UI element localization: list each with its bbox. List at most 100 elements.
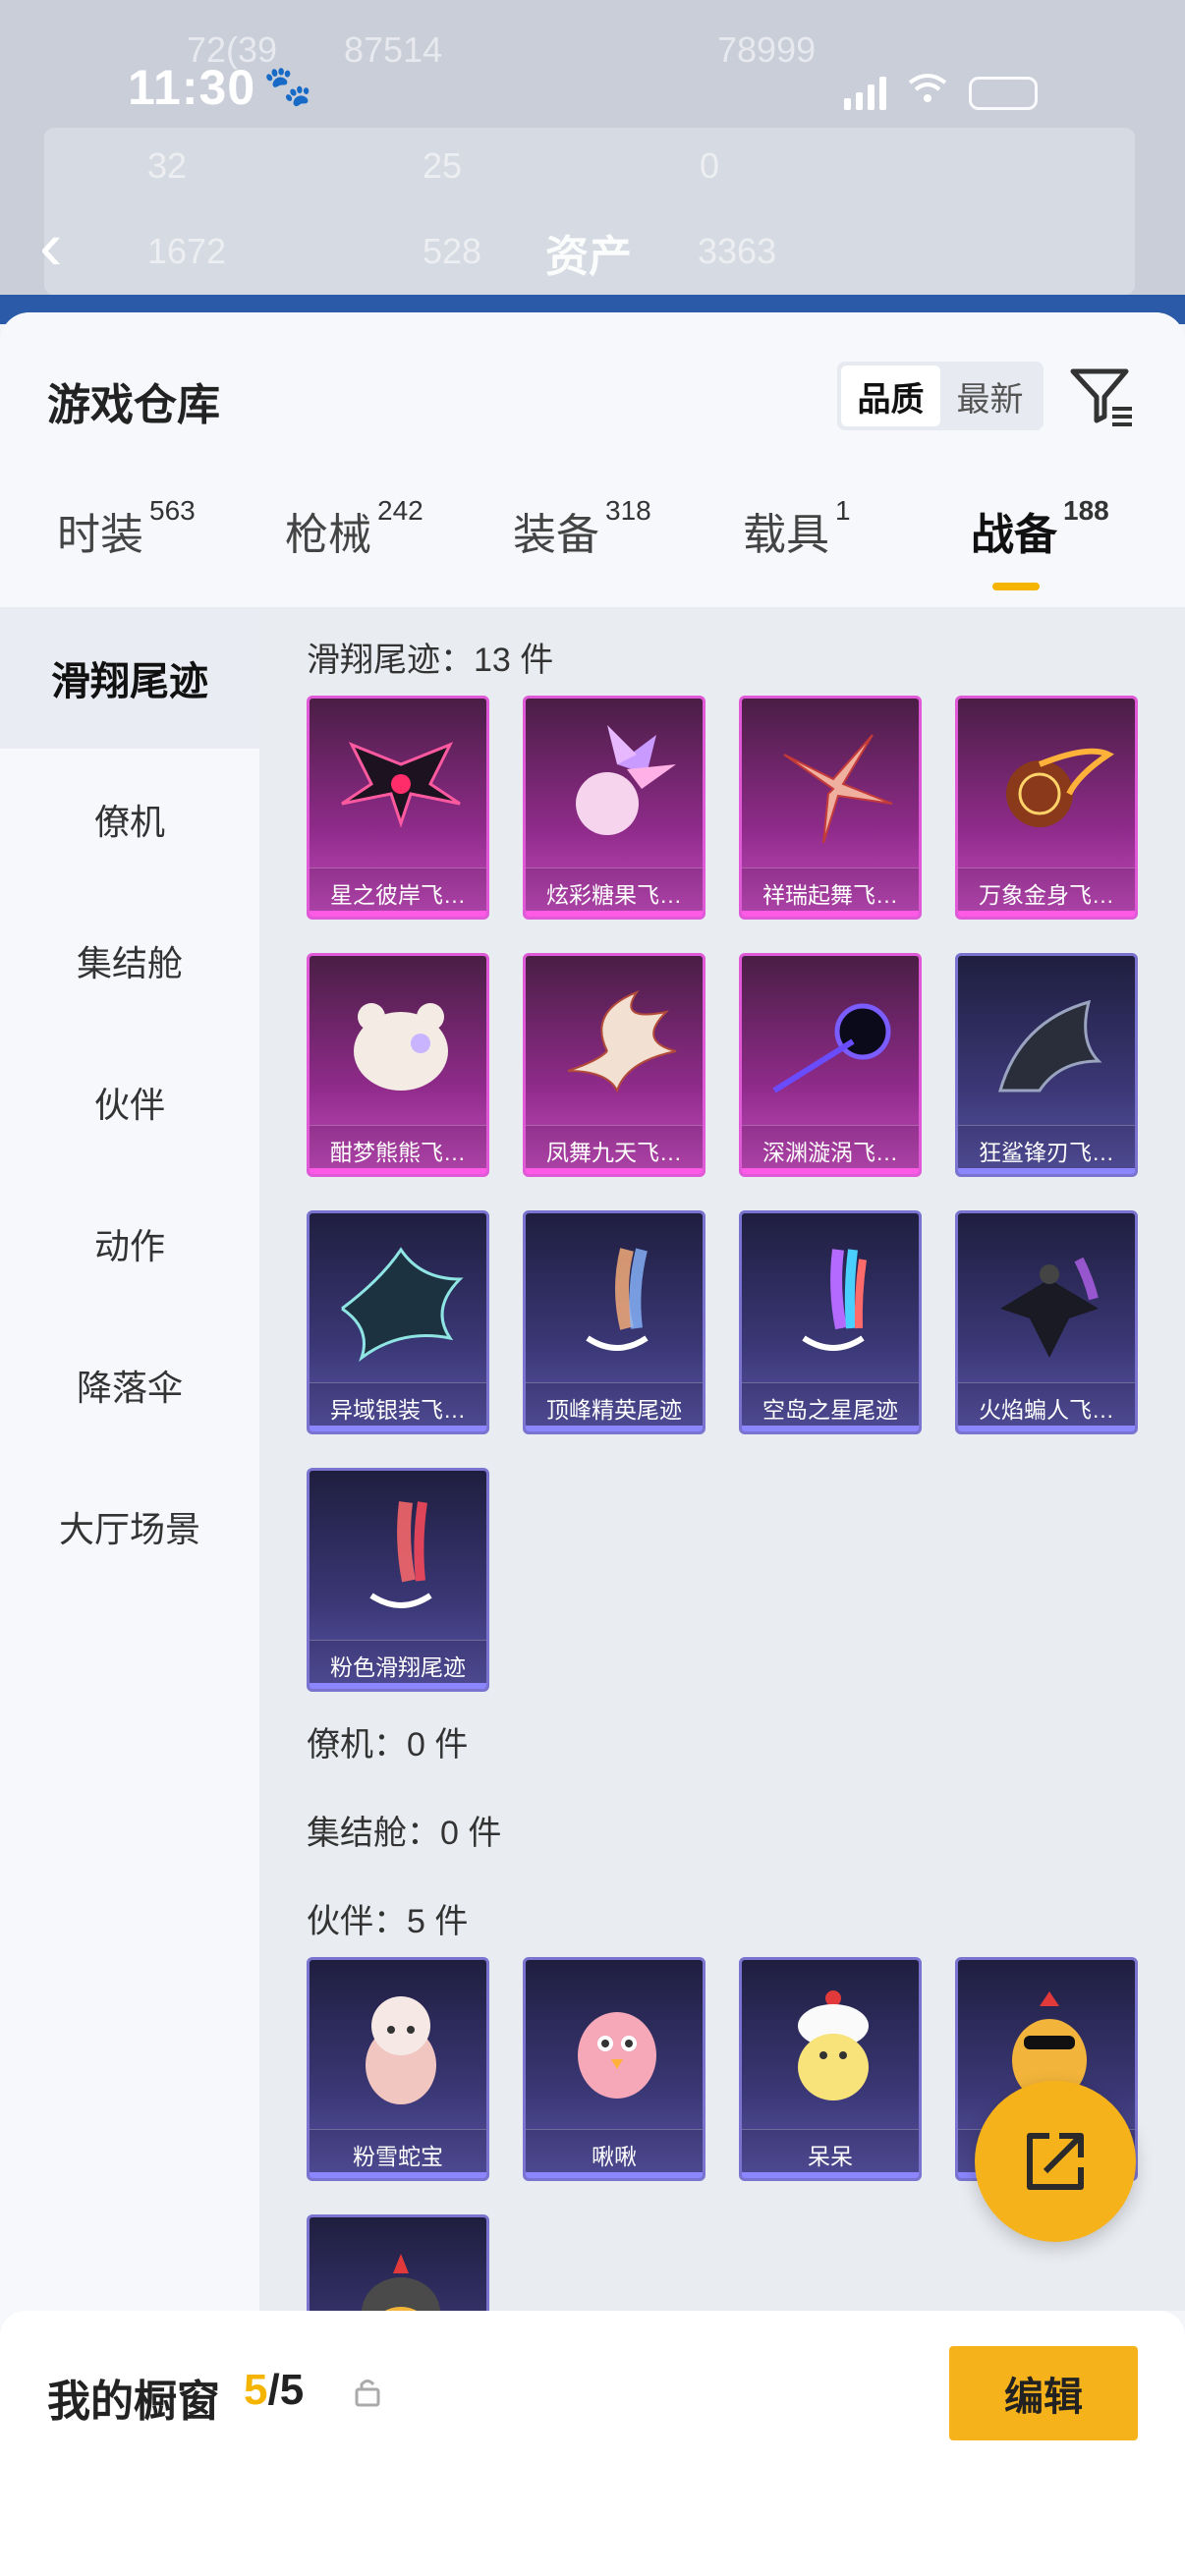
tab-label: 时装 bbox=[57, 511, 143, 559]
item-card[interactable]: 粉色滑翔尾迹 bbox=[307, 1468, 489, 1692]
page-title: 游戏仓库 bbox=[47, 381, 220, 429]
rarity-bar bbox=[742, 911, 919, 917]
item-name: 炫彩糖果飞… bbox=[526, 868, 703, 917]
sidebar-item-emote[interactable]: 动作 bbox=[0, 1173, 259, 1315]
golden-orb-art-icon bbox=[978, 720, 1121, 858]
sidebar-item-glide-trail[interactable]: 滑翔尾迹 bbox=[0, 607, 259, 749]
item-card[interactable]: 炫彩糖果飞… bbox=[523, 696, 705, 920]
item-name: 星之彼岸飞… bbox=[310, 868, 486, 917]
rarity-bar bbox=[958, 911, 1135, 917]
rarity-bar bbox=[310, 1683, 486, 1689]
active-tab-indicator bbox=[992, 583, 1040, 590]
share-button[interactable] bbox=[975, 2081, 1136, 2242]
rarity-bar bbox=[742, 2172, 919, 2178]
sidebar-item-assembly-pod[interactable]: 集结舱 bbox=[0, 890, 259, 1032]
item-card[interactable]: 顶峰精英尾迹 bbox=[523, 1210, 705, 1434]
showcase-count: 5/5 bbox=[244, 2366, 304, 2415]
tab-count: 188 bbox=[1063, 495, 1109, 526]
shark-blade-art-icon bbox=[978, 978, 1121, 1115]
item-card[interactable] bbox=[307, 2214, 489, 2311]
item-card[interactable]: 祥瑞起舞飞… bbox=[739, 696, 922, 920]
tab-count: 563 bbox=[149, 495, 196, 526]
candy-flower-art-icon bbox=[545, 720, 689, 858]
rarity-bar bbox=[742, 1426, 919, 1431]
bg-stat: 72(39 bbox=[187, 29, 278, 70]
item-name: 异域银装飞… bbox=[310, 1382, 486, 1431]
sidebar-item-companion[interactable]: 伙伴 bbox=[0, 1032, 259, 1173]
item-card[interactable]: 空岛之星尾迹 bbox=[739, 1210, 922, 1434]
rarity-bar bbox=[526, 1426, 703, 1431]
background-page: 11:30 🐾 72(39 87514 78999 32 25 0 1672 5… bbox=[0, 0, 1185, 324]
status-icons bbox=[844, 73, 1038, 113]
tab-vehicles[interactable]: 载具 1 bbox=[743, 495, 851, 562]
item-name: 火焰蝙人飞… bbox=[958, 1382, 1135, 1431]
sort-quality-button[interactable]: 品质 bbox=[841, 365, 940, 426]
item-card[interactable]: 深渊漩涡飞… bbox=[739, 953, 922, 1177]
item-card[interactable]: 呆呆 bbox=[739, 1957, 922, 2181]
item-name: 凤舞九天飞… bbox=[526, 1125, 703, 1174]
rainbow-trail-art-icon bbox=[762, 1235, 905, 1372]
wifi-icon bbox=[908, 73, 947, 113]
sidebar-item-wingman[interactable]: 僚机 bbox=[0, 749, 259, 890]
item-name: 祥瑞起舞飞… bbox=[742, 868, 919, 917]
showcase-current: 5 bbox=[244, 2366, 268, 2414]
sort-toggle: 品质 最新 bbox=[837, 362, 1044, 430]
item-name: 万象金身飞… bbox=[958, 868, 1135, 917]
tab-guns[interactable]: 枪械 242 bbox=[285, 495, 423, 562]
lock-icon bbox=[352, 2376, 383, 2407]
item-card[interactable]: 火焰蝙人飞… bbox=[955, 1210, 1138, 1434]
rarity-bar bbox=[310, 911, 486, 917]
showcase-bar: 我的橱窗 5/5 编辑 bbox=[0, 2311, 1185, 2576]
item-card[interactable]: 异域银装飞… bbox=[307, 1210, 489, 1434]
signal-icon bbox=[844, 76, 886, 110]
bat-suit-art-icon bbox=[978, 1235, 1121, 1372]
helmet-companion-art-icon bbox=[329, 2239, 473, 2311]
filter-icon[interactable] bbox=[1067, 360, 1138, 430]
bg-stat: 87514 bbox=[344, 29, 443, 70]
bg-stat: 528 bbox=[423, 231, 482, 271]
item-name: 粉雪蛇宝 bbox=[310, 2129, 486, 2178]
item-name: 啾啾 bbox=[526, 2129, 703, 2178]
item-name: 深渊漩涡飞… bbox=[742, 1125, 919, 1174]
sidebar-item-lobby-scene[interactable]: 大厅场景 bbox=[0, 1456, 259, 1597]
tab-label: 装备 bbox=[513, 511, 599, 559]
item-card[interactable]: 凤舞九天飞… bbox=[523, 953, 705, 1177]
sort-newest-button[interactable]: 最新 bbox=[940, 365, 1040, 426]
tab-battle-prep[interactable]: 战备 188 bbox=[971, 495, 1109, 562]
section-title-wingman: 僚机：0 件 bbox=[307, 1726, 469, 1764]
section-title-assembly-pod: 集结舱：0 件 bbox=[307, 1815, 502, 1852]
item-name: 空岛之星尾迹 bbox=[742, 1382, 919, 1431]
bg-stat: 78999 bbox=[717, 29, 817, 70]
item-card[interactable]: 星之彼岸飞… bbox=[307, 696, 489, 920]
item-card[interactable]: 狂鲨锋刃飞… bbox=[955, 953, 1138, 1177]
item-card[interactable]: 万象金身飞… bbox=[955, 696, 1138, 920]
item-name: 酣梦熊熊飞… bbox=[310, 1125, 486, 1174]
exotic-silver-art-icon bbox=[329, 1235, 473, 1372]
showcase-total: 5 bbox=[279, 2366, 305, 2414]
sidebar-item-parachute[interactable]: 降落伞 bbox=[0, 1315, 259, 1456]
section-title-glide-trail: 滑翔尾迹：13 件 bbox=[307, 642, 554, 679]
tab-fashion[interactable]: 时装 563 bbox=[57, 495, 196, 562]
edit-button[interactable]: 编辑 bbox=[949, 2346, 1138, 2440]
smoke-trail-art-icon bbox=[545, 1235, 689, 1372]
tab-equipment[interactable]: 装备 318 bbox=[513, 495, 651, 562]
item-card[interactable]: 酣梦熊熊飞… bbox=[307, 953, 489, 1177]
tab-count: 1 bbox=[835, 495, 851, 526]
abyss-vortex-art-icon bbox=[762, 978, 905, 1115]
item-name: 顶峰精英尾迹 bbox=[526, 1382, 703, 1431]
dream-bear-art-icon bbox=[329, 978, 473, 1115]
item-list: 滑翔尾迹：13 件 星之彼岸飞… 炫彩糖果飞… 祥瑞起舞飞… 万象金身飞… 酣梦… bbox=[259, 607, 1185, 2311]
item-name: 狂鲨锋刃飞… bbox=[958, 1125, 1135, 1174]
showcase-title: 我的橱窗 bbox=[47, 2378, 220, 2426]
back-chevron-icon[interactable]: ‹ bbox=[39, 211, 62, 280]
bg-stat: 0 bbox=[700, 145, 720, 186]
rarity-bar bbox=[526, 2172, 703, 2178]
rarity-bar bbox=[310, 2172, 486, 2178]
showcase-separator: / bbox=[267, 2366, 280, 2414]
item-name: 粉色滑翔尾迹 bbox=[310, 1640, 486, 1689]
rarity-bar bbox=[958, 1168, 1135, 1174]
item-card[interactable]: 啾啾 bbox=[523, 1957, 705, 2181]
sidebar: 滑翔尾迹 僚机 集结舱 伙伴 动作 降落伞 大厅场景 bbox=[0, 607, 259, 2576]
glider-wings-art-icon bbox=[329, 720, 473, 858]
item-card[interactable]: 粉雪蛇宝 bbox=[307, 1957, 489, 2181]
